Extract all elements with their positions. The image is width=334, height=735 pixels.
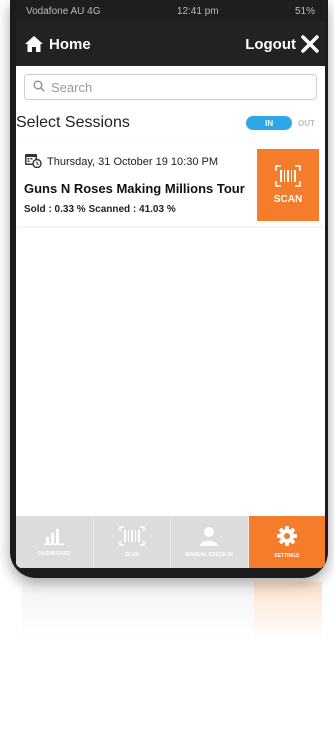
tab-bar: DASHBOARD SCAN MANUAL CHECK IN SETTINGS [16, 516, 325, 568]
session-info: Thursday, 31 October 19 10:30 PM Guns N … [16, 144, 257, 226]
reflection-tab-bar [22, 582, 322, 642]
sessions-title: Select Sessions [16, 114, 130, 131]
reflection-tab [22, 582, 100, 642]
search-icon [33, 80, 45, 95]
carrier-label: Vodafone AU 4G [26, 5, 101, 17]
reflection-tab-active [253, 582, 322, 642]
reflection-tab [176, 582, 254, 642]
scan-button[interactable]: SCAN [257, 149, 319, 221]
tab-manual-check-in-label: MANUAL CHECK IN [185, 552, 233, 558]
tab-dashboard-label: DASHBOARD [38, 551, 71, 557]
tab-scan[interactable]: SCAN [93, 516, 171, 568]
session-date-row: Thursday, 31 October 19 10:30 PM [24, 152, 249, 171]
sessions-header: Select Sessions IN OUT [16, 106, 325, 140]
session-stats: Sold : 0.33 % Scanned : 41.03 % [24, 204, 176, 215]
home-label: Home [49, 35, 91, 53]
battery-label: 51% [294, 5, 315, 17]
tab-settings[interactable]: SETTINGS [248, 516, 325, 568]
user-icon [198, 526, 220, 548]
home-icon [24, 35, 44, 53]
tab-manual-check-in[interactable]: MANUAL CHECK IN [171, 516, 249, 568]
nav-bar: Home Logout [16, 22, 325, 66]
close-icon [301, 35, 319, 53]
toggle-out-label[interactable]: OUT [298, 119, 315, 128]
app-screen: Vodafone AU 4G 12:41 pm 51% Home Logout … [16, 0, 325, 568]
logout-button[interactable]: Logout [245, 35, 319, 53]
tab-scan-label: SCAN [124, 552, 139, 558]
session-datetime: Thursday, 31 October 19 10:30 PM [47, 155, 218, 168]
search-input[interactable] [51, 79, 271, 95]
phone-reflection [22, 582, 322, 732]
tab-dashboard[interactable]: DASHBOARD [16, 516, 94, 568]
logout-label: Logout [245, 35, 296, 53]
calendar-clock-icon [24, 152, 42, 171]
session-name: Guns N Roses Making Millions Tour [24, 181, 245, 196]
search-bar [16, 66, 325, 106]
bar-chart-icon [43, 527, 65, 547]
barcode-icon [275, 165, 301, 190]
status-bar: Vodafone AU 4G 12:41 pm 51% [16, 0, 325, 22]
home-button[interactable]: Home [24, 35, 91, 53]
reflection-tab [99, 582, 177, 642]
scan-label: SCAN [273, 194, 303, 205]
in-out-toggle[interactable]: IN OUT [246, 116, 315, 130]
tab-settings-label: SETTINGS [274, 553, 300, 559]
time-label: 12:41 pm [176, 5, 219, 17]
toggle-in-label[interactable]: IN [246, 116, 293, 130]
search-box[interactable] [24, 74, 317, 100]
session-card[interactable]: Thursday, 31 October 19 10:30 PM Guns N … [16, 144, 325, 226]
barcode-icon [119, 526, 145, 548]
gear-icon [276, 525, 298, 549]
